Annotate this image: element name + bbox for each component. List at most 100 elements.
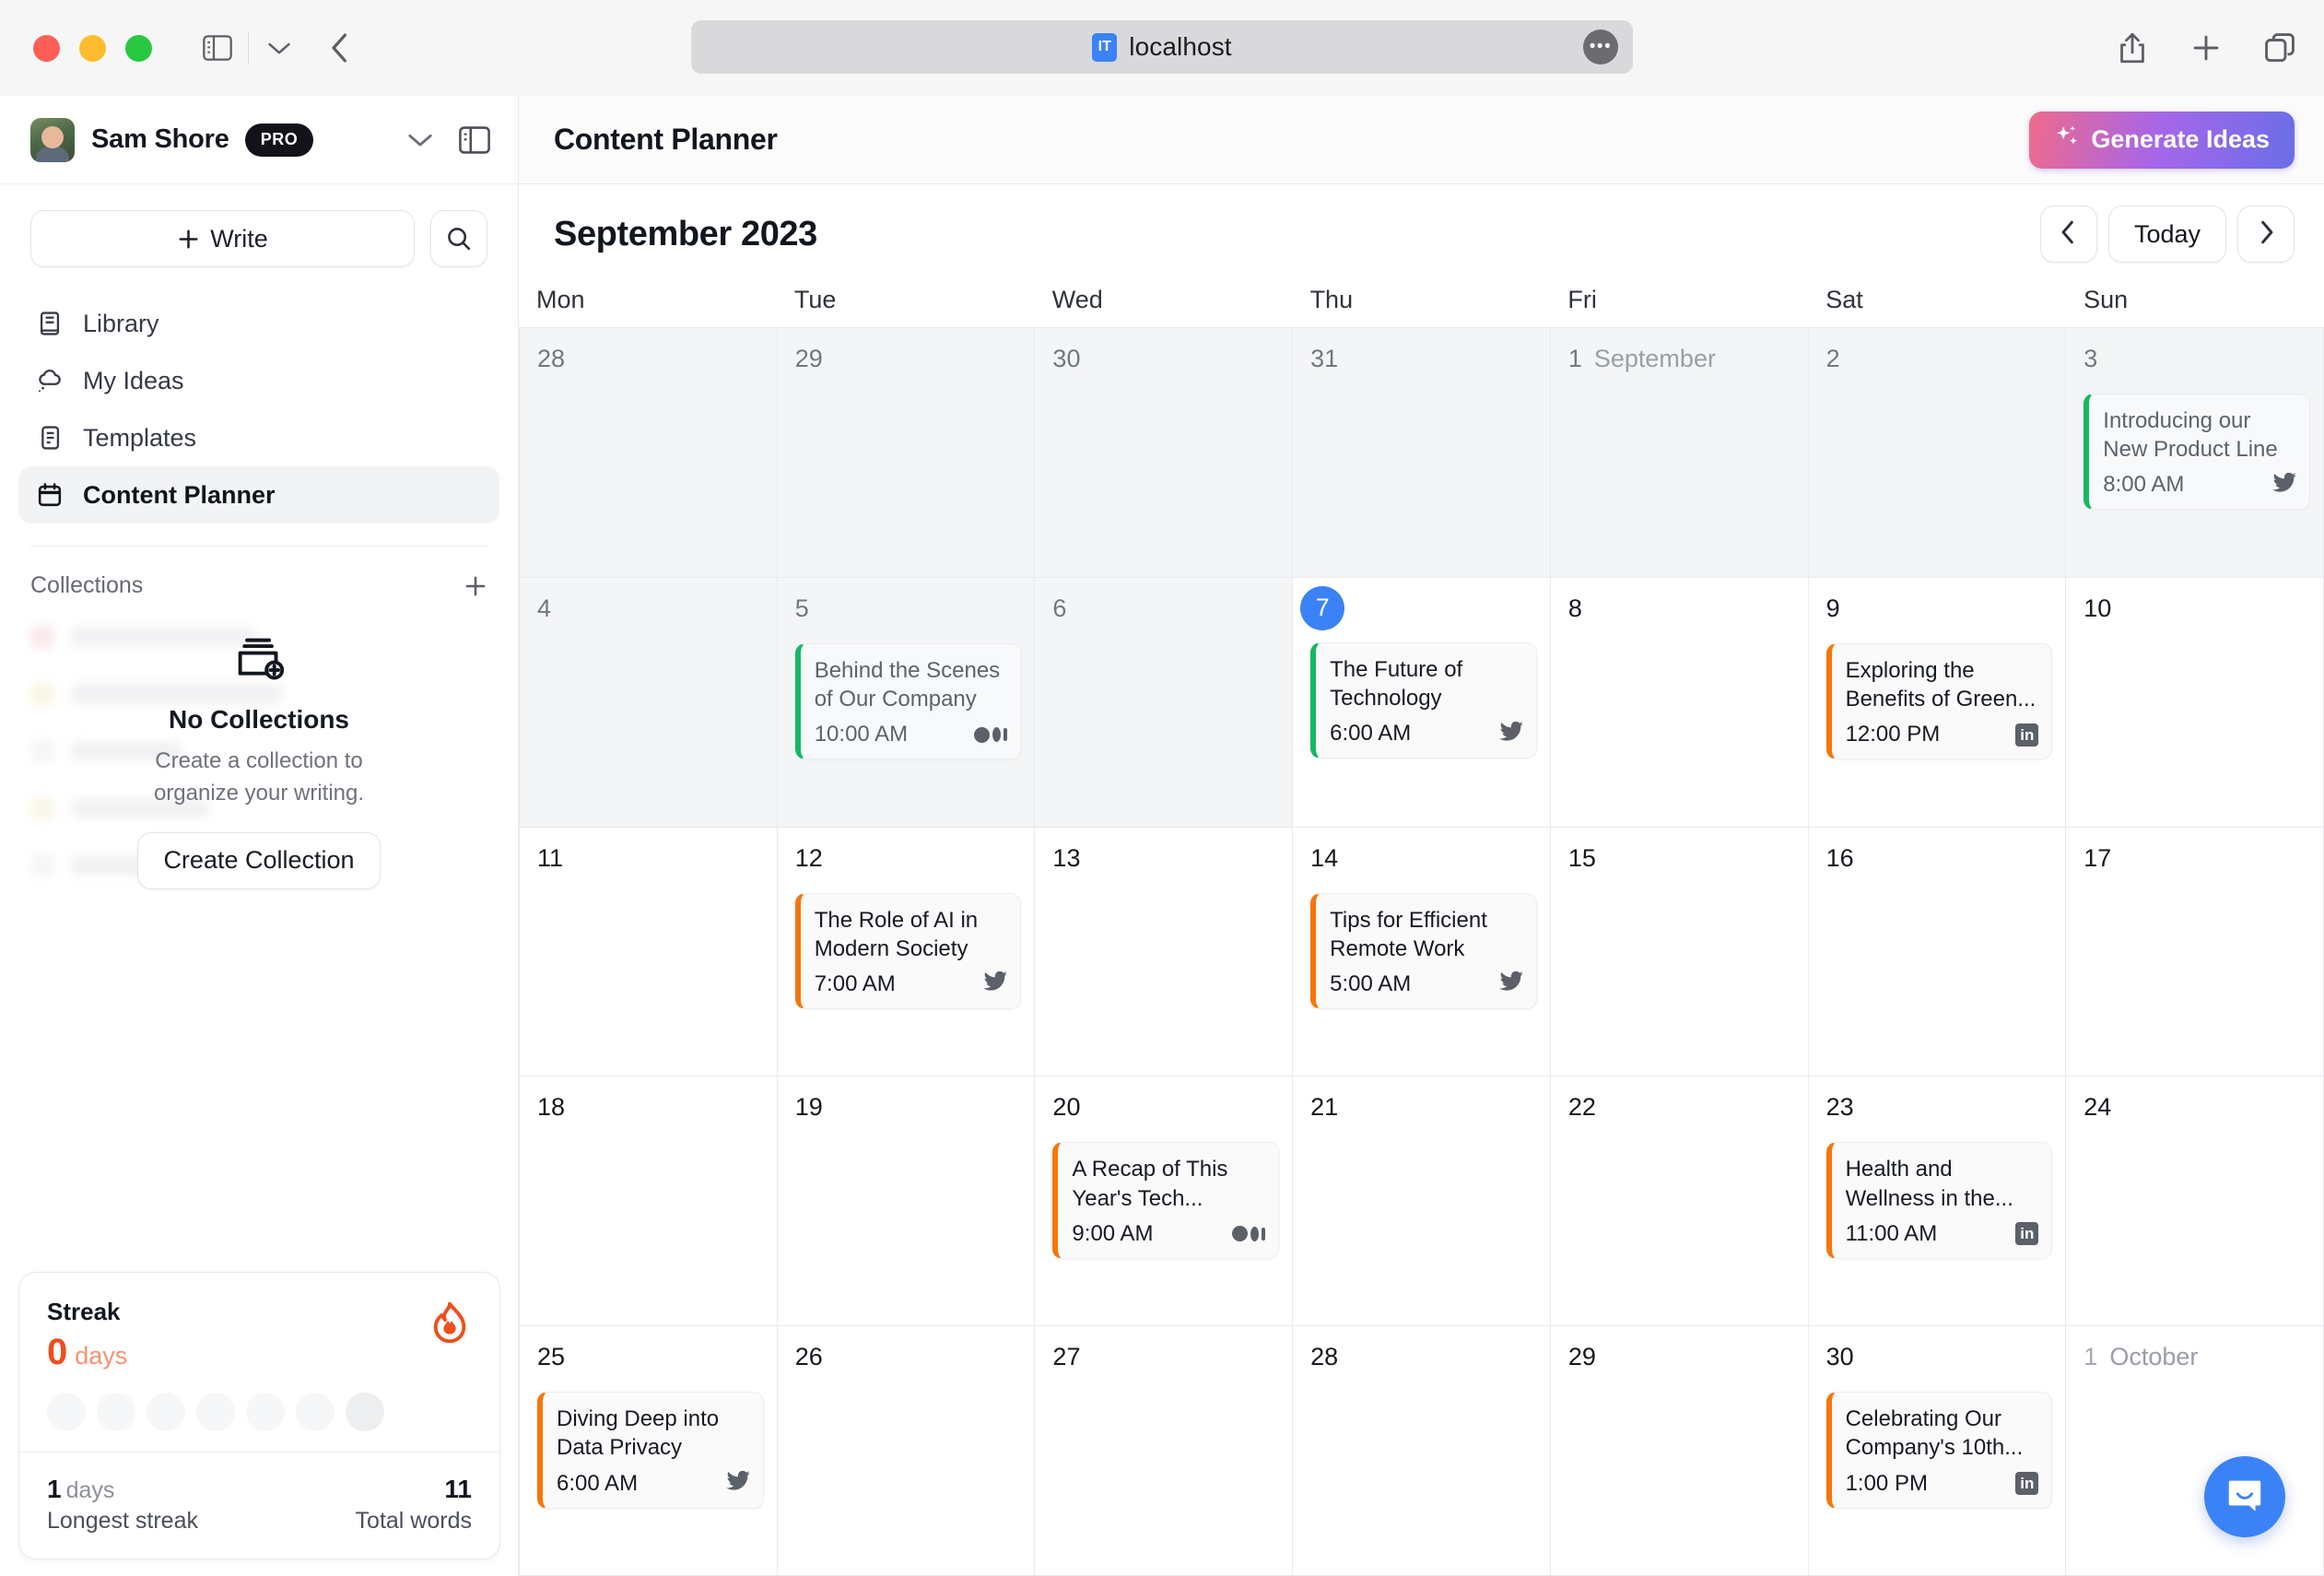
close-window-button[interactable] [33, 34, 60, 62]
streak-count-unit: days [75, 1342, 128, 1370]
ellipsis-icon[interactable]: ••• [1583, 29, 1618, 65]
chevron-right-icon [2259, 219, 2274, 250]
back-chevron-icon[interactable] [319, 27, 361, 69]
calendar-day-cell[interactable]: 19 [777, 1076, 1036, 1327]
calendar-day-cell[interactable]: 24 [2066, 1076, 2324, 1327]
calendar-event[interactable]: The Future of Technology 6:00 AM [1310, 641, 1537, 759]
calendar-day-cell[interactable]: 8 [1550, 577, 1809, 828]
calendar-event[interactable]: A Recap of This Year's Tech... 9:00 AM [1052, 1142, 1280, 1259]
day-number-value: 26 [794, 1343, 823, 1371]
intercom-launcher-button[interactable] [2204, 1456, 2285, 1537]
app-root: Sam Shore PRO Write Library My Ideas Tem… [0, 96, 2324, 1576]
calendar-day-cell[interactable]: 16 [1808, 827, 2067, 1077]
write-button[interactable]: Write [30, 210, 415, 267]
user-row[interactable]: Sam Shore PRO [0, 96, 518, 184]
calendar-day-cell[interactable]: 5 Behind the Scenes of Our Company 10:00 A… [777, 577, 1036, 828]
calendar-day-cell[interactable]: 29 [1550, 1326, 1809, 1576]
calendar-day-cell[interactable]: 9 Exploring the Benefits of Green... 12:00… [1808, 577, 2067, 828]
streak-dot [246, 1393, 285, 1431]
calendar-day-cell[interactable]: 23 Health and Wellness in the... 11:00 AM i… [1808, 1076, 2067, 1327]
calendar-day-cell[interactable]: 13 [1035, 827, 1294, 1077]
calendar-day-cell[interactable]: 15 [1550, 827, 1809, 1077]
calendar-day-cell[interactable]: 27 [1035, 1326, 1294, 1576]
calendar-day-cell[interactable]: 28 [1293, 1326, 1551, 1576]
tabs-icon[interactable] [2256, 24, 2304, 72]
day-number-value: 12 [794, 843, 823, 872]
calendar-day-cell[interactable]: 12 The Role of AI in Modern Society 7:00 A… [777, 827, 1036, 1077]
calendar-prev-button[interactable] [2039, 206, 2097, 263]
calendar-day-cell[interactable]: 1 September [1550, 328, 1809, 578]
calendar-today-button[interactable]: Today [2107, 206, 2226, 263]
sidebar-item-label: My Ideas [83, 366, 184, 394]
streak-dot [196, 1393, 235, 1431]
calendar-day-cell[interactable]: 22 [1550, 1076, 1809, 1327]
day-number: 13 [1052, 844, 1279, 873]
create-collection-button[interactable]: Create Collection [137, 831, 381, 889]
plus-icon[interactable] [2182, 24, 2230, 72]
calendar-day-cell[interactable]: 11 [520, 827, 778, 1077]
sidebar-toggle-icon[interactable] [196, 27, 239, 69]
browser-toolbar-right [2108, 0, 2304, 96]
minimize-window-button[interactable] [79, 34, 106, 62]
calendar-event[interactable]: Diving Deep into Data Privacy 6:00 AM [537, 1392, 764, 1509]
calendar-event[interactable]: Behind the Scenes of Our Company 10:00 AM [794, 642, 1022, 760]
month-label: October [2109, 1343, 2199, 1371]
streak-dot-today [346, 1393, 384, 1431]
streak-card: Streak 0 days 1 days Longest streak 11 T… [18, 1272, 500, 1559]
chevron-down-icon[interactable] [258, 27, 300, 69]
sidebar-item-my-ideas[interactable]: My Ideas [18, 352, 499, 409]
address-bar[interactable]: IT localhost ••• [691, 20, 1633, 74]
day-number: 2 [1826, 345, 2053, 373]
calendar-event[interactable]: Tips for Efficient Remote Work 5:00 AM [1310, 892, 1537, 1009]
sidebar-item-templates[interactable]: Templates [18, 409, 499, 466]
calendar-day-cell[interactable]: 30 [1035, 328, 1294, 578]
day-number: 28 [1310, 1343, 1537, 1371]
calendar-event[interactable]: Introducing our New Product Line 8:00 AM [2083, 394, 2310, 511]
day-number: 9 [1826, 594, 2053, 623]
calendar-day-cell[interactable]: 30 Celebrating Our Company's 10th... 1:00 … [1808, 1326, 2067, 1576]
event-time: 1:00 PM [1845, 1470, 1928, 1496]
calendar-day-cell[interactable]: 29 [777, 328, 1036, 578]
day-number-value: 18 [537, 1093, 566, 1122]
sidebar-item-label: Library [83, 309, 159, 337]
calendar-day-cell[interactable]: 3 Introducing our New Product Line 8:00 AM [2066, 328, 2324, 578]
event-title: Tips for Efficient Remote Work [1330, 907, 1487, 961]
calendar-day-cell[interactable]: 18 [520, 1076, 778, 1327]
calendar-event[interactable]: Exploring the Benefits of Green... 12:00 … [1825, 642, 2053, 760]
calendar-event[interactable]: The Role of AI in Modern Society 7:00 AM [794, 892, 1022, 1009]
generate-ideas-button[interactable]: Generate Ideas [2029, 111, 2295, 169]
sidebar-nav: Library My Ideas Templates Content Plann… [0, 267, 518, 523]
chevron-down-icon[interactable] [407, 132, 433, 147]
streak-dot [147, 1393, 185, 1431]
streak-count: 0 [47, 1332, 68, 1372]
calendar-day-cell[interactable]: 28 [520, 328, 778, 578]
calendar-day-cell[interactable]: 7 The Future of Technology 6:00 AM [1293, 577, 1551, 828]
calendar-day-cell[interactable]: 14 Tips for Efficient Remote Work 5:00 AM [1293, 827, 1551, 1077]
share-icon[interactable] [2108, 24, 2156, 72]
calendar-day-cell[interactable]: 25 Diving Deep into Data Privacy 6:00 AM [520, 1326, 778, 1576]
site-favicon: IT [1092, 32, 1118, 62]
search-button[interactable] [430, 210, 487, 267]
streak-dot [47, 1393, 86, 1431]
maximize-window-button[interactable] [125, 34, 152, 62]
calendar-event[interactable]: Celebrating Our Company's 10th... 1:00 PM… [1825, 1392, 2053, 1509]
medium-icon [1232, 1226, 1266, 1242]
calendar-next-button[interactable] [2237, 206, 2295, 263]
sidebar-collapse-icon[interactable] [459, 125, 490, 154]
calendar-day-cell[interactable]: 31 [1293, 328, 1551, 578]
calendar-day-cell[interactable]: 10 [2066, 577, 2324, 828]
sidebar-item-content-planner[interactable]: Content Planner [18, 466, 499, 523]
calendar-day-cell[interactable]: 26 [777, 1326, 1036, 1576]
calendar-day-cell[interactable]: 17 [2066, 827, 2324, 1077]
calendar-day-cell[interactable]: 6 [1035, 577, 1294, 828]
add-collection-button[interactable] [464, 574, 487, 598]
sidebar-item-label: Templates [83, 423, 197, 452]
sidebar-item-library[interactable]: Library [18, 295, 499, 352]
calendar-day-cell[interactable]: 21 [1293, 1076, 1551, 1327]
calendar-day-cell[interactable]: 2 [1808, 328, 2067, 578]
calendar-event[interactable]: Health and Wellness in the... 11:00 AM in [1825, 1142, 2053, 1259]
calendar-day-cell[interactable]: 20 A Recap of This Year's Tech... 9:00 AM [1035, 1076, 1294, 1327]
calendar-day-cell[interactable]: 4 [520, 577, 778, 828]
calendar-day-cell[interactable]: 1 October [2066, 1326, 2324, 1576]
event-time: 5:00 AM [1330, 970, 1412, 996]
